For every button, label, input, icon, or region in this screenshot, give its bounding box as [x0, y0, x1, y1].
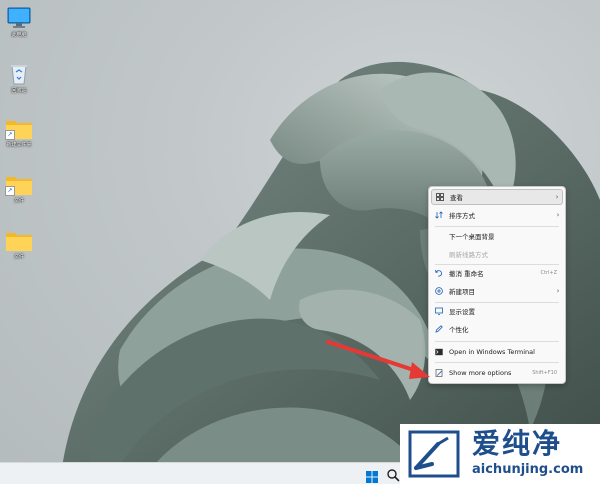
menu-item-label: 排序方式	[449, 212, 475, 220]
desktop-icon-new-folder[interactable]: ↗ 新建文件夹	[2, 118, 36, 148]
menu-item-next-background[interactable]: 下一个桌面背景	[431, 228, 563, 244]
menu-item-sort-by[interactable]: 排序方式 ›	[431, 207, 563, 223]
menu-item-shortcut: Ctrl+Z	[540, 270, 557, 276]
pen-icon	[435, 325, 443, 333]
context-menu: 查看 › 排序方式 › 下一个桌面背景 刷新线路方式 撤消 重命名 Ctrl+Z	[428, 186, 566, 384]
menu-item-open-terminal[interactable]: Open in Windows Terminal	[431, 344, 563, 360]
menu-separator	[435, 226, 559, 227]
desktop-icon-this-pc[interactable]: 此电脑	[2, 6, 36, 38]
menu-item-label: 下一个桌面背景	[449, 233, 495, 241]
menu-item-label: 显示设置	[449, 308, 475, 316]
menu-item-personalize[interactable]: 个性化	[431, 321, 563, 337]
recycle-bin-icon	[6, 62, 32, 86]
display-icon	[435, 307, 443, 315]
plus-circle-icon	[435, 287, 443, 295]
grid-icon	[436, 193, 444, 201]
desktop-icon-folder[interactable]: 文件	[2, 230, 36, 260]
menu-item-label: Open in Windows Terminal	[449, 348, 535, 356]
desktop-icon-label: 回收站	[11, 88, 27, 94]
desktop-icon-folder[interactable]: ↗ 文件	[2, 174, 36, 204]
shortcut-arrow-icon: ↗	[5, 186, 15, 196]
menu-item-refresh: 刷新线路方式	[431, 246, 563, 262]
menu-separator	[435, 341, 559, 342]
desktop-icon-label: 新建文件夹	[6, 142, 32, 148]
menu-item-label: 新建项目	[449, 288, 475, 296]
terminal-icon	[435, 348, 443, 356]
watermark: 爱纯净 aichunjing.com	[400, 424, 600, 484]
watermark-chinese-text: 爱纯净	[472, 427, 563, 460]
monitor-icon	[6, 6, 32, 30]
menu-item-label: 查看	[450, 194, 463, 202]
menu-separator	[435, 362, 559, 363]
desktop-icon-label: 文件	[13, 198, 24, 204]
chevron-right-icon: ›	[555, 193, 559, 201]
watermark-url: aichunjing.com	[472, 462, 584, 477]
menu-item-shortcut: Shift+F10	[532, 370, 557, 376]
undo-icon	[435, 269, 443, 277]
more-options-icon	[435, 369, 443, 377]
menu-item-view[interactable]: 查看 ›	[431, 189, 563, 205]
chevron-right-icon: ›	[556, 211, 560, 219]
menu-item-label: 刷新线路方式	[449, 251, 488, 259]
menu-item-new[interactable]: 新建项目 ›	[431, 283, 563, 299]
search-icon[interactable]	[386, 467, 400, 482]
menu-item-show-more-options[interactable]: Show more options Shift+F10	[431, 365, 563, 381]
desktop-icon-label: 文件	[13, 254, 24, 260]
menu-item-label: Show more options	[449, 369, 512, 377]
chevron-right-icon: ›	[556, 287, 560, 295]
menu-item-label: 个性化	[449, 326, 469, 334]
watermark-logo-icon	[408, 430, 460, 478]
menu-item-label: 撤消 重命名	[449, 270, 484, 278]
desktop-icon-label: 此电脑	[11, 32, 27, 38]
folder-icon	[5, 230, 33, 252]
desktop[interactable]: 此电脑 回收站 ↗ 新建文件夹 ↗ 文件 文件 查看 › 排序方式 › 下一个桌…	[0, 0, 600, 484]
shortcut-arrow-icon: ↗	[5, 130, 15, 140]
folder-icon: ↗	[5, 118, 33, 140]
menu-item-undo-rename[interactable]: 撤消 重命名 Ctrl+Z	[431, 265, 563, 281]
desktop-icon-recycle-bin[interactable]: 回收站	[2, 62, 36, 94]
windows-start-icon[interactable]	[366, 468, 378, 483]
sort-icon	[435, 211, 443, 219]
folder-icon: ↗	[5, 174, 33, 196]
menu-item-display-settings[interactable]: 显示设置	[431, 303, 563, 319]
